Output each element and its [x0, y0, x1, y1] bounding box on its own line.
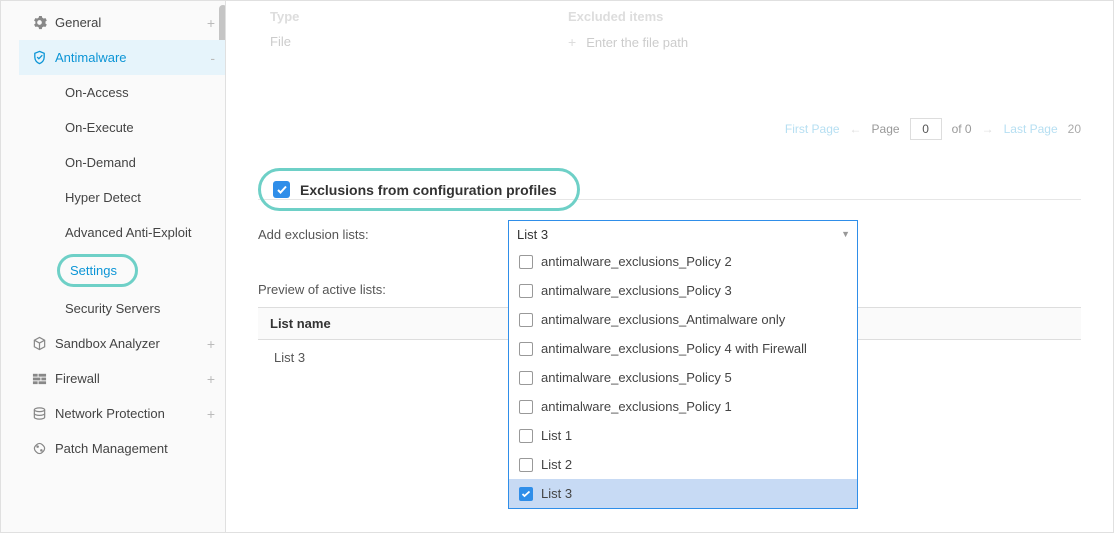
last-page-link[interactable]: Last Page [1004, 122, 1058, 136]
option-label: antimalware_exclusions_Antimalware only [541, 312, 785, 327]
option-label: List 2 [541, 457, 572, 472]
sidebar-item-label: Network Protection [55, 406, 165, 421]
sidebar-item-network-protection[interactable]: Network Protection + [19, 396, 225, 431]
sidebar-item-label: Antimalware [55, 50, 127, 65]
sidebar-item-label: General [55, 15, 101, 30]
antimalware-submenu: On-Access On-Execute On-Demand Hyper Det… [19, 75, 225, 326]
page-input[interactable] [910, 118, 942, 140]
option-label: List 3 [541, 486, 572, 501]
sidebar-item-on-demand[interactable]: On-Demand [57, 145, 225, 180]
dropdown-option[interactable]: List 2 [509, 450, 857, 479]
sidebar-item-label: On-Access [65, 85, 129, 100]
of-label: of 0 [952, 122, 972, 136]
sidebar-item-label: On-Demand [65, 155, 136, 170]
list-name-cell: List 3 [274, 350, 305, 365]
gear-icon [29, 15, 49, 30]
sidebar-item-on-execute[interactable]: On-Execute [57, 110, 225, 145]
stack-icon [29, 406, 49, 421]
expand-icon[interactable]: + [207, 337, 215, 351]
sidebar-item-label: Settings [70, 263, 117, 278]
collapse-icon[interactable]: - [210, 51, 215, 65]
sidebar-item-label: On-Execute [65, 120, 134, 135]
dropdown-option[interactable]: antimalware_exclusions_Antimalware only [509, 305, 857, 334]
exclusion-combo-input[interactable] [508, 220, 858, 248]
firewall-icon [29, 371, 49, 386]
prev-arrow-icon[interactable]: ← [850, 122, 862, 136]
dropdown-option[interactable]: antimalware_exclusions_Policy 5 [509, 363, 857, 392]
sidebar-item-hyper-detect[interactable]: Hyper Detect [57, 180, 225, 215]
exclusions-section-label: Exclusions from configuration profiles [300, 182, 557, 198]
expand-icon[interactable]: + [207, 407, 215, 421]
exclusions-section-toggle[interactable]: Exclusions from configuration profiles [258, 168, 580, 211]
file-type-cell: File [258, 34, 568, 50]
excluded-header: Excluded items [568, 9, 663, 24]
checkbox-icon[interactable] [519, 342, 533, 356]
sidebar-item-label: Hyper Detect [65, 190, 141, 205]
sidebar-item-on-access[interactable]: On-Access [57, 75, 225, 110]
checkbox-icon[interactable] [519, 458, 533, 472]
dropdown-option[interactable]: antimalware_exclusions_Policy 1 [509, 392, 857, 421]
option-label: antimalware_exclusions_Policy 3 [541, 283, 732, 298]
sidebar-item-label: Security Servers [65, 301, 160, 316]
dropdown-option[interactable]: List 3 [509, 479, 857, 508]
pagination: First Page ← Page of 0 → Last Page 20 [258, 118, 1081, 140]
per-page-count: 20 [1068, 122, 1081, 136]
sidebar-item-general[interactable]: General + [19, 5, 225, 40]
checkbox-icon[interactable] [519, 255, 533, 269]
option-label: antimalware_exclusions_Policy 1 [541, 399, 732, 414]
add-exclusion-row: Add exclusion lists: ▼ antimalware_exclu… [258, 220, 1081, 248]
dropdown-option[interactable]: antimalware_exclusions_Policy 4 with Fir… [509, 334, 857, 363]
checkbox-icon[interactable] [519, 429, 533, 443]
sidebar: General + Antimalware - On-Access On-Exe… [1, 1, 226, 532]
sidebar-item-firewall[interactable]: Firewall + [19, 361, 225, 396]
dropdown-option[interactable]: antimalware_exclusions_Policy 2 [509, 247, 857, 276]
sidebar-item-label: Sandbox Analyzer [55, 336, 160, 351]
cube-icon [29, 336, 49, 351]
type-header: Type [258, 9, 568, 24]
checkbox-icon[interactable] [519, 313, 533, 327]
checkbox-checked-icon[interactable] [519, 487, 533, 501]
option-label: antimalware_exclusions_Policy 4 with Fir… [541, 341, 807, 356]
main-content: Type Excluded items File + Enter the fil… [226, 1, 1113, 532]
dropdown-option[interactable]: antimalware_exclusions_Policy 3 [509, 276, 857, 305]
checkbox-icon[interactable] [519, 284, 533, 298]
checkbox-checked-icon[interactable] [273, 181, 290, 198]
faded-table-header: Type Excluded items [258, 9, 1081, 28]
option-label: antimalware_exclusions_Policy 5 [541, 370, 732, 385]
option-label: List 1 [541, 428, 572, 443]
add-exclusion-label: Add exclusion lists: [258, 227, 508, 242]
exclusion-dropdown: antimalware_exclusions_Policy 2 antimalw… [508, 247, 858, 509]
plus-icon: + [568, 34, 576, 50]
sidebar-item-advanced-anti-exploit[interactable]: Advanced Anti-Exploit [57, 215, 225, 250]
sidebar-item-label: Advanced Anti-Exploit [65, 225, 191, 240]
sidebar-item-sandbox-analyzer[interactable]: Sandbox Analyzer + [19, 326, 225, 361]
option-label: antimalware_exclusions_Policy 2 [541, 254, 732, 269]
file-path-placeholder: Enter the file path [586, 35, 688, 50]
dropdown-option[interactable]: List 1 [509, 421, 857, 450]
sidebar-item-patch-management[interactable]: Patch Management [19, 431, 225, 466]
next-arrow-icon[interactable]: → [982, 122, 994, 136]
sidebar-item-label: Firewall [55, 371, 100, 386]
sidebar-item-settings[interactable]: Settings [57, 250, 225, 291]
first-page-link[interactable]: First Page [785, 122, 840, 136]
faded-input-row: File + Enter the file path [258, 28, 1081, 58]
sidebar-item-security-servers[interactable]: Security Servers [57, 291, 225, 326]
sidebar-item-antimalware[interactable]: Antimalware - [19, 40, 225, 75]
page-label: Page [872, 122, 900, 136]
expand-icon[interactable]: + [207, 372, 215, 386]
exclusion-combo: ▼ antimalware_exclusions_Policy 2 antima… [508, 220, 858, 248]
checkbox-icon[interactable] [519, 400, 533, 414]
sidebar-item-label: Patch Management [55, 441, 168, 456]
expand-icon[interactable]: + [207, 16, 215, 30]
checkbox-icon[interactable] [519, 371, 533, 385]
patch-icon [29, 441, 49, 456]
settings-highlight: Settings [57, 254, 138, 287]
shield-icon [29, 50, 49, 65]
